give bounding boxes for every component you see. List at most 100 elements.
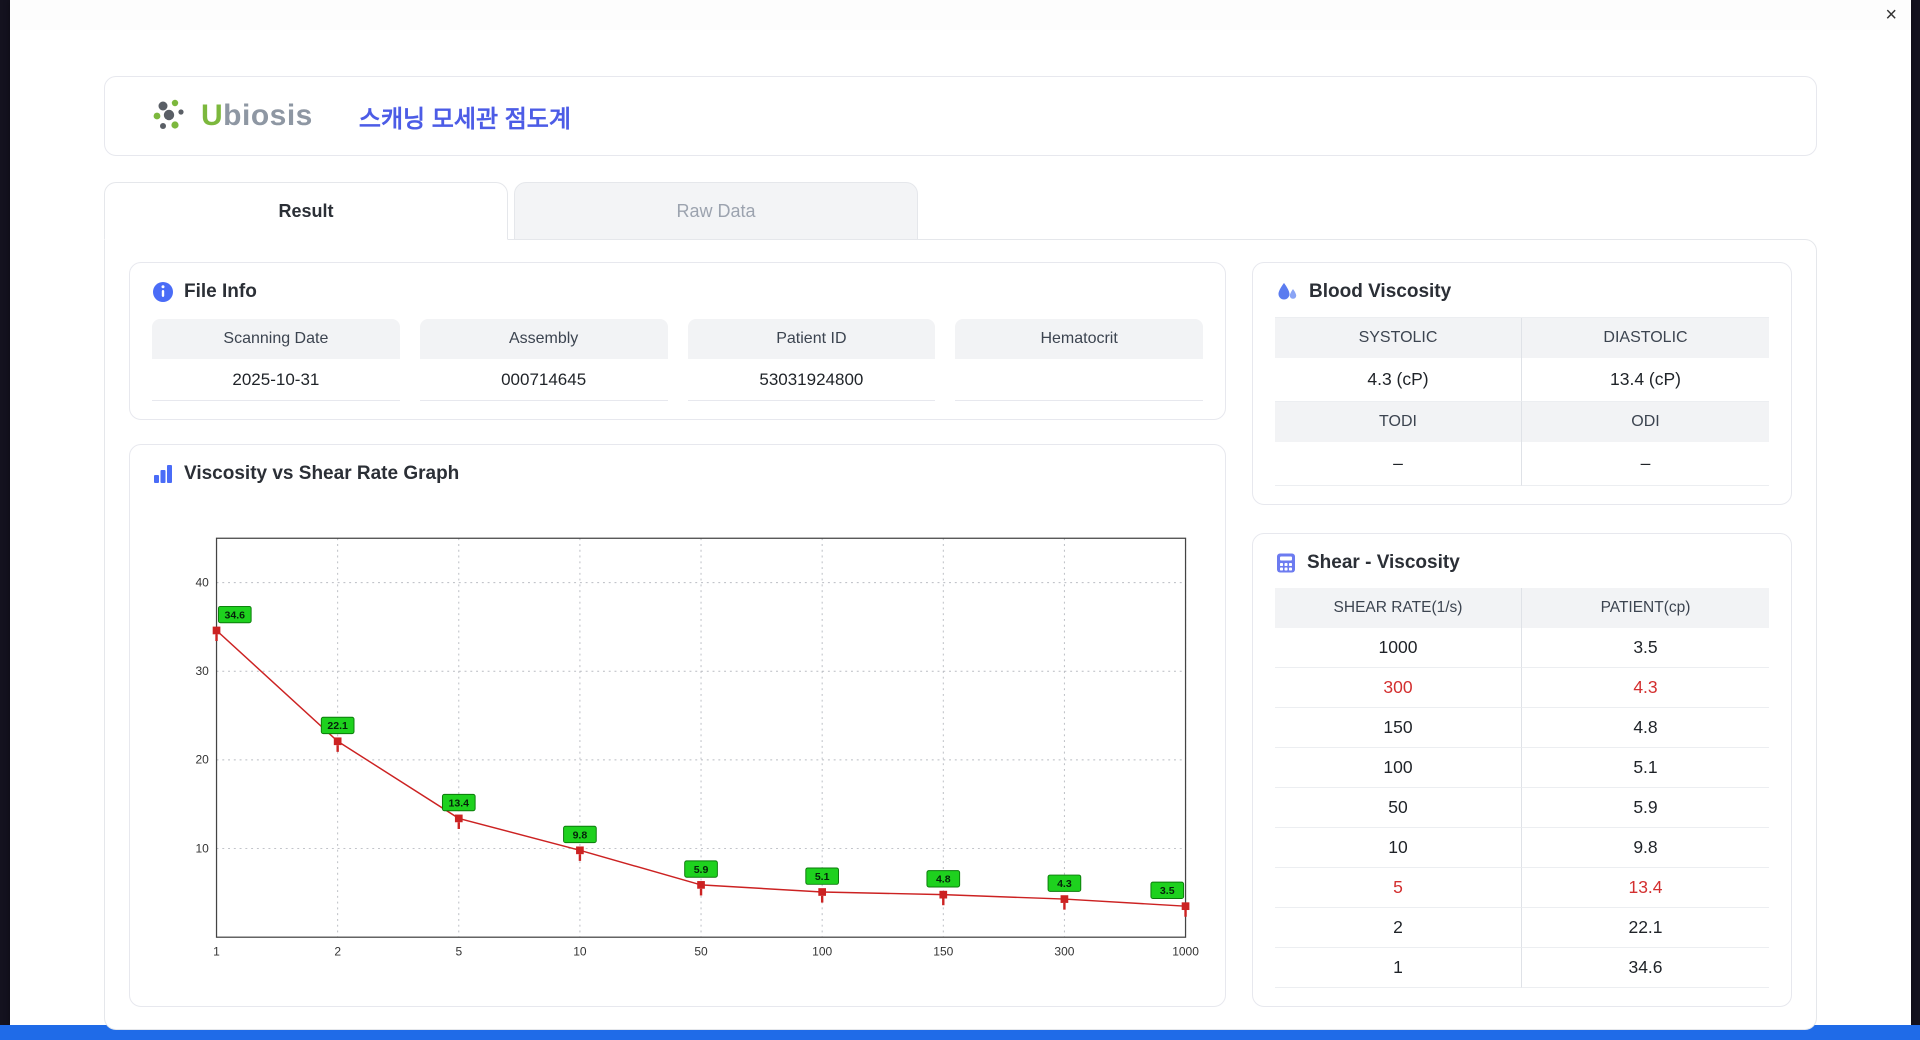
svg-text:100: 100 [812,944,832,958]
tab-bar: Result Raw Data [104,182,1817,240]
file-info-title-text: File Info [184,281,257,302]
shear-rate-value: 100 [1275,748,1522,788]
graph-title: Viscosity vs Shear Rate Graph [152,463,1203,485]
svg-text:5: 5 [455,944,462,958]
svg-text:150: 150 [933,944,953,958]
svg-text:40: 40 [195,575,209,589]
field-hematocrit: Hematocrit [955,319,1203,401]
patient-viscosity-value: 5.9 [1522,788,1769,828]
shear-table-row: 300 4.3 [1275,668,1769,708]
shear-table-row: 5 13.4 [1275,868,1769,908]
field-value [955,359,1203,401]
app-window: × Ubiosis 스캐닝 모세관 점도계 Result Raw Data Fi… [10,0,1911,1030]
shear-table-row: 150 4.8 [1275,708,1769,748]
svg-text:1000: 1000 [1172,944,1199,958]
info-icon [153,282,173,302]
bar-chart-icon [154,465,172,483]
systolic-value: 4.3 (cP) [1275,358,1522,402]
file-info-fields: Scanning Date 2025-10-31 Assembly 000714… [152,319,1203,401]
header-card: Ubiosis 스캐닝 모세관 점도계 [104,76,1817,156]
svg-text:30: 30 [195,664,209,678]
blood-viscosity-grid: SYSTOLIC DIASTOLIC 4.3 (cP) 13.4 (cP) TO… [1275,317,1769,486]
shear-rate-value: 2 [1275,908,1522,948]
bv-value-row: 4.3 (cP) 13.4 (cP) [1275,358,1769,402]
svg-text:13.4: 13.4 [449,797,470,809]
left-column: File Info Scanning Date 2025-10-31 Assem… [129,262,1226,1007]
patient-viscosity-value: 4.3 [1522,668,1769,708]
desktop: × Ubiosis 스캐닝 모세관 점도계 Result Raw Data Fi… [0,0,1920,1040]
logo-dots-icon [153,99,184,129]
calculator-icon [1277,553,1295,573]
svg-text:10: 10 [195,841,209,855]
svg-text:50: 50 [694,944,708,958]
shear-table-row: 2 22.1 [1275,908,1769,948]
field-label: Assembly [419,319,668,359]
content-area: Ubiosis 스캐닝 모세관 점도계 Result Raw Data File… [10,30,1911,1030]
odi-label: ODI [1631,413,1660,430]
shear-table-row: 1 34.6 [1275,948,1769,988]
ubiosis-logo: Ubiosis [149,96,313,136]
shear-rate-value: 150 [1275,708,1522,748]
shear-table: SHEAR RATE(1/s) PATIENT(cp) 1000 3.5 300 4.… [1275,588,1769,988]
field-label: Hematocrit [955,319,1203,359]
svg-text:9.8: 9.8 [573,829,588,841]
svg-text:22.1: 22.1 [327,720,348,732]
todi-value: – [1275,442,1522,486]
droplets-icon [1278,283,1297,300]
patient-viscosity-value: 22.1 [1522,908,1769,948]
viscosity-chart: 10 20 30 40 1 2 5 10 50 100 150 300 1000 34.6 22.1 13.4… [195,537,1199,958]
shear-rate-value: 1000 [1275,628,1522,668]
blood-viscosity-title: Blood Viscosity [1275,281,1769,303]
svg-text:4.3: 4.3 [1057,878,1072,890]
shear-table-row: 1000 3.5 [1275,628,1769,668]
field-value: 53031924800 [687,359,936,401]
page-title: 스캐닝 모세관 점도계 [358,105,571,133]
shear-viscosity-title-text: Shear - Viscosity [1307,552,1460,573]
diastolic-value: 13.4 (cP) [1522,358,1769,402]
patient-viscosity-value: 4.8 [1522,708,1769,748]
svg-text:5.1: 5.1 [815,871,830,883]
shear-rate-column-header: SHEAR RATE(1/s) [1275,588,1522,628]
svg-text:5.9: 5.9 [694,864,709,876]
shear-rate-value: 10 [1275,828,1522,868]
tab-result[interactable]: Result [104,182,508,240]
logo-text: Ubiosis [201,99,313,132]
todi-label: TODI [1275,402,1522,442]
patient-viscosity-value: 9.8 [1522,828,1769,868]
systolic-label: SYSTOLIC [1275,318,1522,358]
graph-card: Viscosity vs Shear Rate Graph 10 20 30 40 1 2… [129,444,1226,1007]
shear-table-row: 100 5.1 [1275,748,1769,788]
patient-viscosity-value: 3.5 [1522,628,1769,668]
svg-text:20: 20 [195,753,209,767]
shear-viscosity-title: Shear - Viscosity [1275,552,1769,574]
field-scanning-date: Scanning Date 2025-10-31 [152,319,400,401]
blood-viscosity-card: Blood Viscosity SYSTOLIC DIASTOLIC 4.3 (… [1252,262,1792,505]
svg-text:3.5: 3.5 [1160,885,1175,897]
tab-raw-data[interactable]: Raw Data [514,182,918,240]
shear-viscosity-card: Shear - Viscosity SHEAR RATE(1/s) PATIEN… [1252,533,1792,1007]
svg-text:300: 300 [1054,944,1074,958]
bv-header-row: TODI ODI [1275,402,1769,442]
right-column: Blood Viscosity SYSTOLIC DIASTOLIC 4.3 (… [1252,262,1792,1007]
patient-column-header: PATIENT(cp) [1600,599,1691,616]
field-assembly: Assembly 000714645 [419,319,668,401]
odi-value: – [1522,442,1769,486]
graph-title-text: Viscosity vs Shear Rate Graph [184,463,460,484]
blood-viscosity-title-text: Blood Viscosity [1309,281,1452,302]
file-info-card: File Info Scanning Date 2025-10-31 Assem… [129,262,1226,420]
file-info-title: File Info [152,281,1203,303]
shear-rate-value: 300 [1275,668,1522,708]
field-value: 000714645 [419,359,668,401]
field-value: 2025-10-31 [152,359,400,401]
field-patient-id: Patient ID 53031924800 [687,319,936,401]
shear-rate-value: 50 [1275,788,1522,828]
shear-rate-value: 1 [1275,948,1522,988]
patient-viscosity-value: 5.1 [1522,748,1769,788]
svg-text:2: 2 [334,944,341,958]
svg-text:34.6: 34.6 [225,609,246,621]
svg-text:10: 10 [573,944,587,958]
shear-table-row: 10 9.8 [1275,828,1769,868]
shear-table-header: SHEAR RATE(1/s) PATIENT(cp) [1275,588,1769,628]
close-icon[interactable]: × [1885,3,1897,27]
svg-text:4.8: 4.8 [936,874,951,886]
